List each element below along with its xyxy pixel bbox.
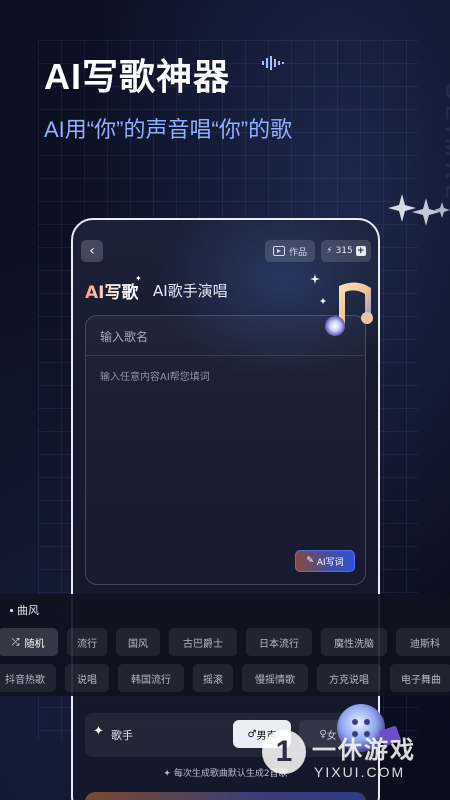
- generation-note-text: 每次生成歌曲默认生成2首歌: [173, 769, 288, 779]
- genre-panel: 曲风 ⤮ 随机 流行 国风 古巴爵士 日本流行 魔性洗脑 迪斯科 抖音热歌 说唱…: [0, 594, 450, 696]
- genre-chip-label: 说唱: [77, 674, 97, 686]
- plus-icon: +: [355, 246, 366, 256]
- genre-chip[interactable]: 抖音热歌: [0, 664, 56, 692]
- genre-chip[interactable]: 方克说唱: [317, 664, 381, 692]
- genre-chip[interactable]: 迪斯科: [396, 628, 450, 656]
- hero-title: AI写歌神器: [44, 56, 231, 97]
- tab-sparkle-icon: ✦: [135, 274, 142, 283]
- lyrics-card: 输入歌名 输入任意内容AI帮您填词 ✎ AI写词: [85, 315, 366, 585]
- app-screen: GEIMAL AI写歌神器 AI用“你”的声音唱“你”的歌 ‹ 作品 ⚡ 315…: [0, 0, 450, 800]
- genre-chip-label: 电子舞曲: [401, 674, 441, 686]
- genre-row-2: 抖音热歌 说唱 韩国流行 摇滚 慢摇情歌 方克说唱 电子舞曲: [0, 664, 450, 692]
- genre-chip[interactable]: 慢摇情歌: [242, 664, 308, 692]
- credits-count: 315: [335, 246, 353, 256]
- video-play-icon: [272, 246, 285, 256]
- credits-button[interactable]: ⚡ 315 +: [321, 240, 371, 262]
- genre-title-text: 曲风: [17, 604, 39, 617]
- side-watermark-word: GEIMAL: [441, 82, 450, 204]
- genre-chip[interactable]: 说唱: [65, 664, 109, 692]
- genre-chip[interactable]: 摇滚: [193, 664, 233, 692]
- sparkle-icon: [388, 194, 450, 226]
- generate-button[interactable]: [85, 792, 366, 800]
- sparkle-icon: ✦: [93, 724, 104, 739]
- genre-chip[interactable]: 日本流行: [246, 628, 312, 656]
- genre-chip[interactable]: 魔性洗脑: [321, 628, 387, 656]
- genre-chip-label: 慢摇情歌: [255, 674, 295, 686]
- works-label: 作品: [288, 247, 307, 258]
- genre-chip-label: 日本流行: [259, 638, 299, 650]
- back-button[interactable]: ‹: [81, 240, 103, 262]
- lightning-icon: ⚡: [326, 246, 333, 256]
- hero-subtitle: AI用“你”的声音唱“你”的歌: [44, 117, 293, 142]
- genre-chip[interactable]: 古巴爵士: [169, 628, 237, 656]
- genre-chip-label: 国风: [128, 638, 148, 650]
- watermark-text: 一休游戏: [312, 736, 416, 764]
- song-name-input[interactable]: 输入歌名: [86, 316, 365, 356]
- genre-chip-label: 方克说唱: [329, 674, 369, 686]
- genre-chip-label: 抖音热歌: [5, 674, 45, 686]
- lyric-input[interactable]: 输入任意内容AI帮您填词: [100, 368, 210, 383]
- watermark-logo: 1: [262, 730, 306, 774]
- genre-chip-label: 迪斯科: [410, 638, 440, 650]
- chevron-left-icon: ‹: [89, 243, 95, 259]
- genre-chip[interactable]: 韩国流行: [118, 664, 184, 692]
- genre-chip-label: 古巴爵士: [183, 638, 223, 650]
- genre-chip-label: 随机: [24, 638, 45, 650]
- bullet-icon: [10, 608, 13, 612]
- genre-chip-label: 魔性洗脑: [334, 638, 374, 650]
- male-icon: ♂: [247, 728, 257, 740]
- singer-label: 歌手: [111, 729, 133, 742]
- sound-wave-icon: [262, 56, 284, 70]
- genre-title: 曲风: [10, 602, 39, 618]
- shuffle-icon: ⤮: [11, 636, 20, 648]
- works-button[interactable]: 作品: [265, 240, 315, 262]
- genre-chip[interactable]: 流行: [67, 628, 107, 656]
- genre-row-1: ⤮ 随机 流行 国风 古巴爵士 日本流行 魔性洗脑 迪斯科: [0, 628, 450, 656]
- tab-ai-write[interactable]: AI写歌: [85, 278, 138, 303]
- genre-chip[interactable]: 国风: [116, 628, 160, 656]
- ai-write-lyrics-label: AI写词: [316, 557, 344, 568]
- genre-chip-label: 流行: [77, 638, 97, 650]
- genre-chip-label: 韩国流行: [131, 674, 171, 686]
- ai-write-lyrics-button[interactable]: ✎ AI写词: [295, 550, 355, 572]
- genre-chip-label: 摇滚: [203, 674, 223, 686]
- tab-ai-singer[interactable]: AI歌手演唱: [153, 280, 228, 301]
- genre-chip[interactable]: ⤮ 随机: [0, 628, 58, 656]
- sparkle-icon: ✦: [163, 769, 174, 779]
- genre-chip[interactable]: 电子舞曲: [390, 664, 450, 692]
- watermark-url: YIXUI.COM: [314, 764, 406, 780]
- pen-icon: ✎: [306, 556, 314, 566]
